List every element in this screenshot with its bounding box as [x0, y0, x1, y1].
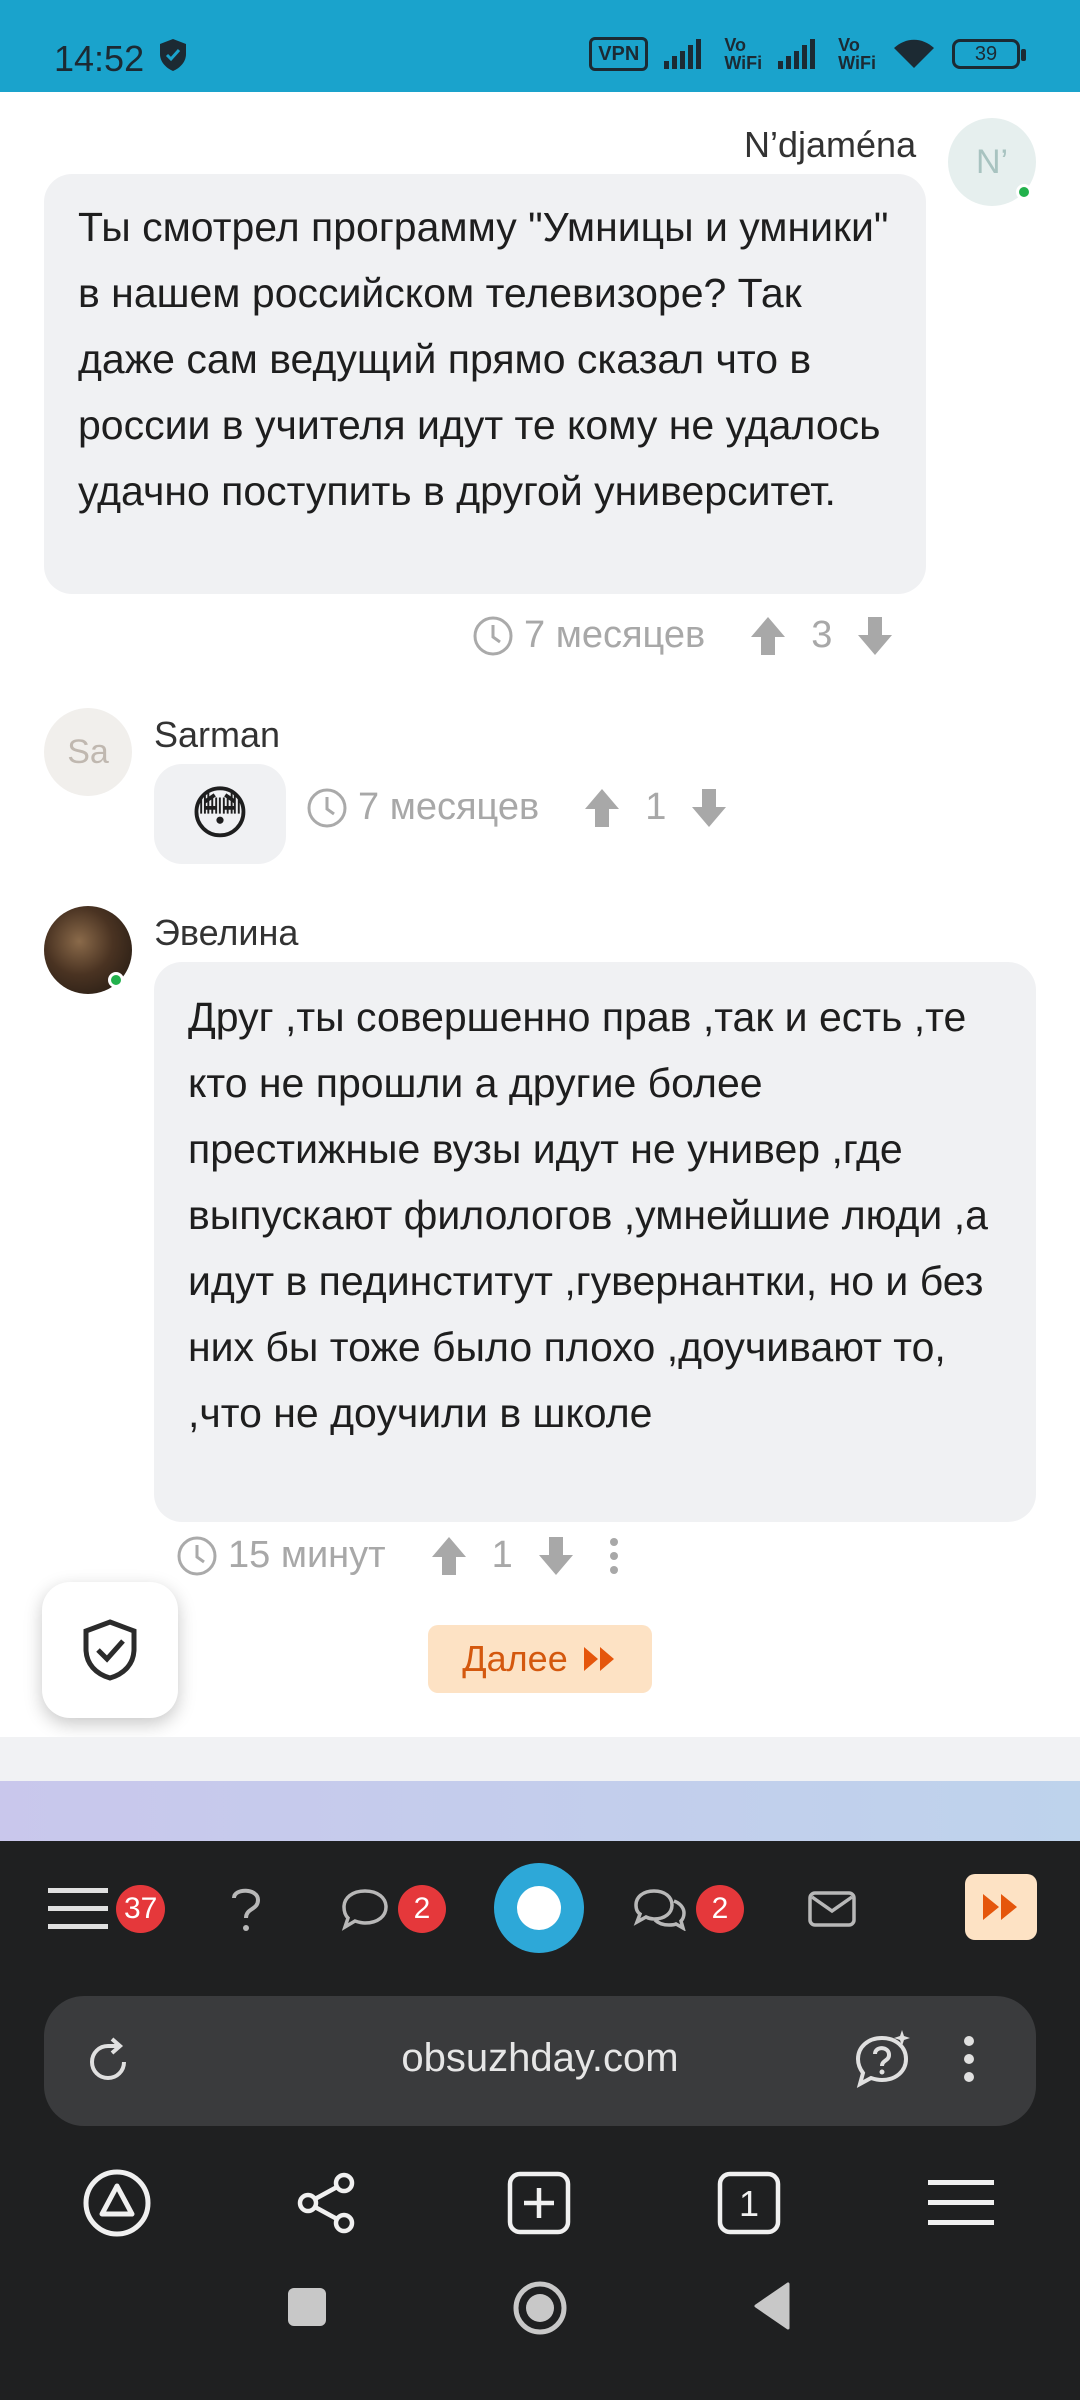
share-button[interactable]: [290, 2166, 364, 2240]
chats-button[interactable]: 2: [632, 1841, 744, 1976]
site-bottom-nav: 37 2 2: [0, 1841, 1080, 1976]
tab-count: 1: [739, 2183, 759, 2224]
online-indicator: [108, 972, 124, 988]
new-tab-button[interactable]: [502, 2166, 576, 2240]
tabs-button[interactable]: 1: [712, 2166, 786, 2240]
page-footer-edge: [0, 1737, 1080, 1781]
downvote-icon[interactable]: [856, 615, 894, 657]
vote-count: 1: [645, 786, 667, 828]
mail-icon: [808, 1890, 856, 1927]
recents-button[interactable]: [286, 2286, 328, 2333]
square-icon: [288, 2288, 326, 2326]
alice-icon: [83, 2169, 151, 2237]
vote-count: 3: [811, 614, 833, 656]
ai-assistant-icon[interactable]: [852, 2028, 914, 2095]
comment-time: 7 месяцев: [358, 786, 540, 828]
address-bar[interactable]: obsuzhday.com: [44, 1996, 1036, 2126]
comment-meta: 15 минут 1: [176, 1534, 621, 1577]
menu-button[interactable]: 37: [48, 1841, 166, 1976]
online-indicator: [1016, 184, 1032, 200]
avatar[interactable]: Sa: [44, 708, 132, 796]
site-logo-button[interactable]: [494, 1863, 584, 1953]
share-icon: [297, 2172, 355, 2234]
more-vertical-icon[interactable]: [962, 2034, 976, 2089]
clock-icon: [177, 1536, 217, 1575]
vpn-icon: VPN: [589, 37, 649, 71]
comment-text: Ты смотрел программу "Умницы и умники" в…: [44, 174, 926, 594]
comments-section: N’djaména N’ Ты смотрел программу "Умниц…: [0, 92, 1080, 1737]
home-circle-icon: [513, 2281, 567, 2335]
status-bar: 14:52 VPN Vo WiFi Vo WiFi 39: [0, 0, 1080, 92]
browser-chrome: obsuzhday.com 1: [0, 1976, 1080, 2400]
upvote-icon[interactable]: [430, 1535, 468, 1577]
comment-meta: 7 месяцев 3: [472, 614, 912, 657]
downvote-icon[interactable]: [537, 1535, 575, 1577]
comment-meta: 7 месяцев 1: [306, 786, 746, 829]
fast-forward-icon: [983, 1894, 1017, 1920]
vote-count: 1: [491, 1534, 513, 1576]
wifi-icon: [894, 39, 934, 68]
status-icons: VPN Vo WiFi Vo WiFi 39: [589, 35, 1026, 73]
comment-author[interactable]: N’djaména: [744, 124, 916, 166]
comment-bubble-icon: [341, 1888, 388, 1931]
downvote-icon[interactable]: [690, 787, 728, 829]
hamburger-icon: [928, 2180, 994, 2225]
comments-badge: 2: [398, 1884, 446, 1933]
comments-button[interactable]: 2: [340, 1841, 446, 1976]
next-button[interactable]: Далее: [428, 1625, 652, 1693]
next-button-label: Далее: [462, 1638, 568, 1679]
back-button[interactable]: [752, 2282, 792, 2335]
comment-author[interactable]: Sarman: [154, 714, 280, 756]
volte-wifi-label: Vo WiFi: [724, 35, 763, 73]
plus-square-icon: [507, 2171, 571, 2235]
shield-button[interactable]: [42, 1582, 178, 1718]
shield-status-icon: [158, 38, 188, 77]
banner-strip: [0, 1781, 1080, 1841]
fast-forward-icon: [583, 1647, 614, 1671]
volte-wifi-label: Vo WiFi: [838, 35, 876, 73]
home-button[interactable]: [512, 2280, 568, 2341]
help-button[interactable]: [226, 1841, 266, 1976]
chats-badge: 2: [696, 1884, 744, 1933]
shield-check-icon: [83, 1619, 137, 1681]
fast-forward-button[interactable]: [965, 1874, 1037, 1940]
back-triangle-icon: [754, 2282, 790, 2330]
alice-button[interactable]: [80, 2166, 154, 2240]
comment-emoji: 😳: [154, 764, 286, 864]
menu-badge: 37: [116, 1884, 166, 1933]
question-icon: [232, 1888, 261, 1931]
signal-icon: [664, 39, 702, 69]
upvote-icon[interactable]: [583, 787, 621, 829]
browser-menu-button[interactable]: [924, 2166, 998, 2240]
signal-icon: [778, 39, 816, 69]
mail-button[interactable]: [808, 1841, 856, 1976]
upvote-icon[interactable]: [749, 615, 787, 657]
battery-icon: 39: [952, 39, 1026, 69]
comment-time: 15 минут: [228, 1534, 386, 1576]
tabs-icon: 1: [717, 2171, 781, 2235]
more-vertical-icon[interactable]: [607, 1535, 621, 1577]
status-time: 14:52: [54, 38, 145, 79]
comment-author[interactable]: Эвелина: [154, 912, 298, 954]
hamburger-icon: [48, 1887, 108, 1929]
chats-icon: [633, 1888, 686, 1931]
comment-text: Друг ,ты совершенно прав ,так и есть ,те…: [154, 962, 1036, 1522]
comment-time: 7 месяцев: [524, 614, 706, 656]
clock-icon: [473, 616, 513, 655]
logo-icon: [517, 1886, 561, 1930]
clock-icon: [307, 788, 347, 827]
